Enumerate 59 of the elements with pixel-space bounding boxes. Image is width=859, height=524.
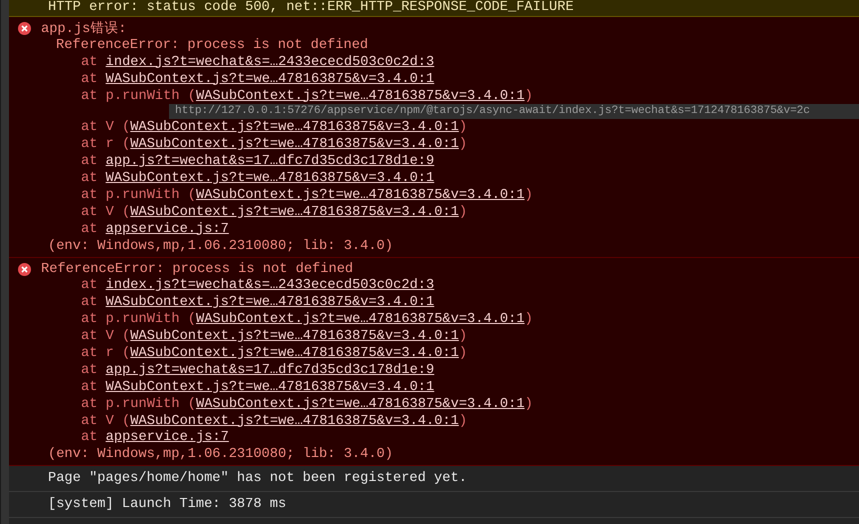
source-link[interactable]: WASubContext.js?t=we…478163875&v=3.4.0:1 [130,120,459,136]
source-link[interactable]: WASubContext.js?t=we…478163875&v=3.4.0:1 [196,188,525,203]
stack-frame-text: ) [524,88,533,104]
source-link[interactable]: WASubContext.js?t=we…478163875&v=3.4.0:1 [130,329,459,344]
stack-frame-text: at [81,295,98,310]
stack-frame-text: at V ( [81,204,130,220]
source-link[interactable]: WASubContext.js?t=we…478163875&v=3.4.0:1 [106,380,434,395]
error-title: app.js错误: [41,20,126,38]
stack-frame-text: at p.runWith ( [81,88,196,104]
stack-frame-text: ) [458,204,468,220]
environment-info: (env: Windows,mp,1.06.2310080; lib: 3.4.0) [48,447,393,462]
source-link[interactable]: WASubContext.js?t=we…478163875&v=3.4.0:1 [130,204,459,220]
stack-frame-text: at r ( [81,137,130,152]
stack-frame-text: at p.runWith ( [81,396,196,412]
stack-frame-text: ) [524,188,533,203]
source-link[interactable]: appservice.js:7 [106,430,229,446]
stack-frame-text: at V ( [81,120,130,136]
stack-frame-text: at [81,171,98,186]
stack-frame-text: at [81,362,98,378]
error-icon [18,262,31,276]
source-link[interactable]: app.js?t=wechat&s=17…dfc7d35cd3c178d1e:9 [106,362,434,378]
url-tooltip: http://127.0.0.1:57276/appservice/npm/@tarojs/async-await/index.js?t=wechat&s=1712478163875&v=2c [169,104,859,120]
stack-frame-text: ) [458,414,468,429]
stack-frame-text: ) [458,346,468,361]
source-link[interactable]: WASubContext.js?t=we…478163875&v=3.4.0:1 [196,312,525,328]
stack-frame-text: at [81,380,98,395]
source-link[interactable]: WASubContext.js?t=we…478163875&v=3.4.0:1 [106,295,434,310]
stack-frame-text: at [81,154,98,170]
stack-frame-text: at [81,278,98,294]
environment-info: (env: Windows,mp,1.06.2310080; lib: 3.4.0) [48,238,393,254]
stack-frame-text: at p.runWith ( [81,188,196,203]
warning-message: HTTP error: status code 500, net::ERR_HTTP_RESPONSE_CODE_FAILURE [9,0,859,17]
stack-frame-text: at p.runWith ( [81,312,196,328]
stack-frame-text: at V ( [81,414,130,429]
stack-frame-text: ) [524,312,533,328]
stack-frame-text: at [81,430,98,446]
error-icon [18,22,31,35]
stack-frame-text: ) [524,396,533,412]
stack-frame-text: at r ( [81,346,130,361]
source-link[interactable]: app.js?t=wechat&s=17…dfc7d35cd3c178d1e:9 [106,154,434,170]
source-link[interactable]: appservice.js:7 [106,222,229,237]
stack-frame-text: at V ( [81,329,130,344]
stack-frame-text: ) [458,137,468,152]
source-link[interactable]: WASubContext.js?t=we…478163875&v=3.4.0:1 [106,72,434,87]
error-message: ReferenceError: process is not defined [41,262,354,277]
source-link[interactable]: WASubContext.js?t=we…478163875&v=3.4.0:1 [130,414,459,429]
source-link[interactable]: WASubContext.js?t=we…478163875&v=3.4.0:1 [106,171,434,186]
stack-frame-text: at [81,54,98,70]
stack-frame-text: at [81,222,98,237]
stack-frame-text: at [81,72,98,87]
error-message: ReferenceError: process is not defined [56,38,368,53]
source-link[interactable]: WASubContext.js?t=we…478163875&v=3.4.0:1 [196,396,525,412]
source-link[interactable]: WASubContext.js?t=we…478163875&v=3.4.0:1 [196,88,525,104]
source-link[interactable]: index.js?t=wechat&s=…2433ececd503c0c2d:3 [106,54,434,70]
source-link[interactable]: WASubContext.js?t=we…478163875&v=3.4.0:1 [130,137,459,152]
source-link[interactable]: WASubContext.js?t=we…478163875&v=3.4.0:1 [130,346,459,361]
stack-frame-text: ) [458,329,468,344]
source-link[interactable]: index.js?t=wechat&s=…2433ececd503c0c2d:3 [106,278,434,294]
stack-frame-text: ) [458,120,468,136]
